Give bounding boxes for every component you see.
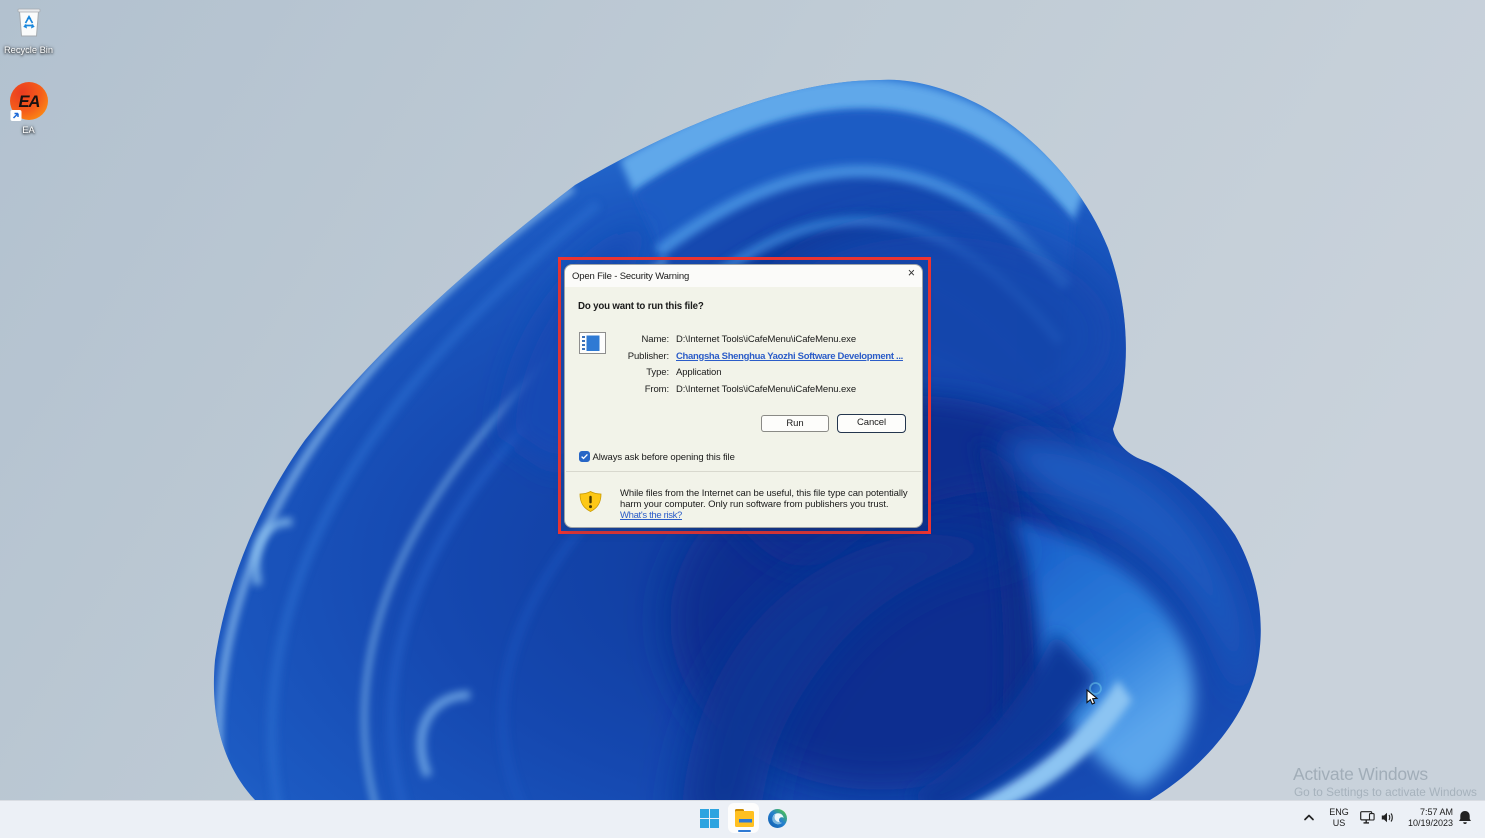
svg-text:EA: EA bbox=[18, 93, 39, 111]
